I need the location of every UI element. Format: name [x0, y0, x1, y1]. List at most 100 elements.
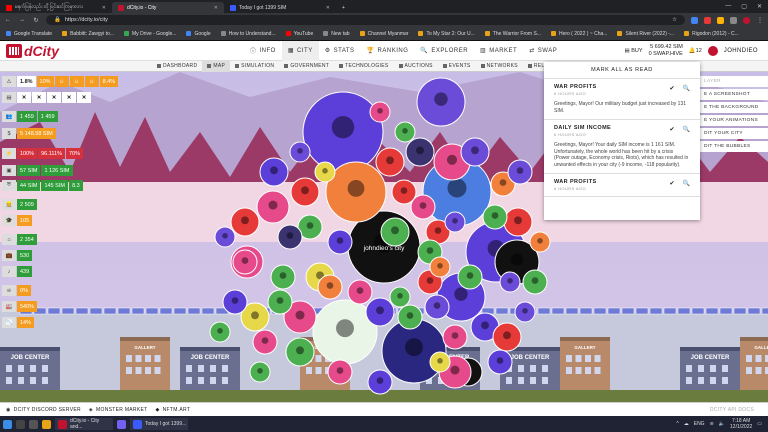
edit-bubbles-button[interactable]: DIT THE BUBBLES: [700, 141, 768, 152]
bubble-glyph: [452, 218, 458, 224]
bubble-glyph: [437, 263, 443, 269]
job-center-label: JOB CENTER: [11, 355, 50, 361]
bookmark-item[interactable]: Silent River (2022) -...: [617, 31, 674, 37]
change-background-button[interactable]: E THE BACKGROUND: [700, 102, 768, 113]
extension-icon[interactable]: [704, 16, 711, 24]
minimize-icon[interactable]: —: [725, 3, 731, 10]
username[interactable]: JOHNDIEO: [724, 48, 758, 54]
bookmark-item[interactable]: Google: [186, 31, 211, 37]
chevron-up-icon[interactable]: ^: [676, 421, 678, 427]
solar-panel: [719, 307, 733, 315]
stat-row-entertainment: ♪ 439: [2, 266, 33, 277]
avatar[interactable]: [707, 45, 718, 56]
wifi-icon[interactable]: ≋: [710, 421, 714, 427]
browser-tab-active[interactable]: dCity.io - City ✕: [112, 2, 224, 13]
bookmark-item[interactable]: To My Star 2: Our U...: [418, 31, 475, 37]
check-icon[interactable]: ✔: [669, 180, 674, 187]
windows-start-icon[interactable]: [3, 419, 12, 429]
bookmark-item[interactable]: YouTube: [285, 31, 313, 37]
menu-icon[interactable]: ⋮: [756, 17, 764, 24]
back-icon[interactable]: ←: [4, 17, 12, 23]
viber-icon[interactable]: [117, 419, 126, 429]
nav-info[interactable]: ⓘ INFO: [244, 41, 282, 61]
task-view-icon[interactable]: [29, 419, 38, 429]
discord-link[interactable]: ◉ DCITY DISCORD SERVER: [6, 407, 81, 413]
bookmark-item[interactable]: Hero ( 2022 ) ~ Cha...: [550, 31, 607, 37]
bookmark-item[interactable]: New tab: [323, 31, 350, 37]
cloud-icon[interactable]: ☁: [684, 421, 689, 427]
take-screenshot-button[interactable]: E A SCREENSHOT: [700, 89, 768, 100]
window: [222, 365, 228, 372]
tab-dashboard[interactable]: DASHBOARD: [152, 61, 202, 72]
nav-market[interactable]: ▥ MARKET: [474, 41, 523, 61]
forward-icon[interactable]: →: [18, 17, 26, 23]
notification-center-icon[interactable]: ▭: [757, 421, 762, 427]
check-icon[interactable]: ✔: [669, 85, 674, 92]
status-x: ✕: [32, 92, 46, 103]
os-taskbar: dCity.io - City and... Today I got 1399.…: [0, 416, 768, 432]
api-docs-link[interactable]: DCITY API DOCS: [710, 407, 768, 413]
bookmark-item[interactable]: Babbitt: Zawgyi to...: [62, 31, 114, 37]
nav-city[interactable]: ▦ CITY: [281, 40, 319, 61]
taskbar-app[interactable]: dCity.io - City and...: [55, 418, 113, 430]
bookmark-item[interactable]: The Warrior From S...: [484, 31, 541, 37]
maximize-icon[interactable]: ▢: [741, 3, 747, 10]
mark-all-read-button[interactable]: MARK ALL AS READ: [544, 62, 700, 79]
tab-simulation[interactable]: SIMULATION: [230, 61, 279, 72]
bubble-glyph: [507, 278, 513, 284]
extension-icon[interactable]: [691, 16, 698, 24]
nav-ranking[interactable]: 🏆 RANKING: [361, 41, 415, 61]
nav-swap[interactable]: ⇄ SWAP: [523, 41, 563, 61]
notifications-button[interactable]: 🔔12: [689, 48, 702, 54]
bookmark-item[interactable]: My Drive - Google...: [124, 31, 176, 37]
close-icon[interactable]: ✕: [102, 5, 106, 11]
close-icon[interactable]: ✕: [214, 5, 218, 11]
dcity-icon: [118, 4, 124, 11]
speaker-icon[interactable]: 🔈: [719, 421, 725, 427]
lang-indicator[interactable]: ENG: [694, 421, 705, 427]
close-icon[interactable]: ✕: [326, 5, 330, 11]
clock[interactable]: 7:18 AM 12/1/2022: [730, 418, 752, 430]
edit-city-button[interactable]: DIT YOUR CITY: [700, 128, 768, 139]
nav-stats[interactable]: ⚙ STATS: [319, 41, 361, 61]
window: [585, 355, 591, 362]
bookmark-item[interactable]: Google Translate: [6, 31, 52, 37]
bookmark-item[interactable]: How to Understand...: [220, 31, 276, 37]
tab-networks[interactable]: NETWORKS: [476, 61, 523, 72]
profile-icon[interactable]: [743, 16, 750, 24]
browser-tab[interactable]: မနက်ဖြန်လည်း တို့ပြင်ဆင်ကြမှာလား ✕: [0, 2, 112, 13]
extension-icon[interactable]: [717, 16, 724, 24]
tab-events[interactable]: EVENTS: [438, 61, 476, 72]
tab-auctions[interactable]: AUCTIONS: [394, 61, 438, 72]
monster-market-link[interactable]: ◈ MONSTER MARKET: [89, 407, 148, 413]
puzzle-icon[interactable]: [730, 16, 737, 24]
browser-tab[interactable]: Today I got 1399 SIM ✕: [224, 2, 336, 13]
stat-value: 439: [17, 266, 33, 277]
city-icon: ▦: [287, 48, 295, 54]
taskbar-app[interactable]: Today I got 1399...: [130, 418, 188, 430]
search-icon[interactable]: 🔍: [683, 85, 690, 92]
reload-icon[interactable]: ↻: [32, 17, 40, 24]
nav-explorer[interactable]: 🔍 EXPLORER: [414, 41, 474, 61]
bookmark-item[interactable]: Channel Myanmar: [359, 31, 408, 37]
solar-panel: [607, 307, 621, 315]
buy-button[interactable]: ▤ BUY: [625, 48, 643, 54]
tab-map[interactable]: MAP: [202, 60, 231, 72]
check-icon[interactable]: ✔: [669, 126, 674, 133]
url-field[interactable]: 🔒 https://dcity.io/city ☆: [46, 15, 685, 25]
nftm-link[interactable]: ◆ NFTM.ART: [155, 407, 190, 413]
bookmark-item[interactable]: Rigodon (2012) - C...: [684, 31, 739, 37]
file-explorer-icon[interactable]: [42, 419, 51, 429]
tab-technologies[interactable]: TECHNOLOGIES: [334, 61, 393, 72]
window: [686, 377, 692, 384]
tab-government[interactable]: GOVERNMENT: [279, 61, 334, 72]
search-icon[interactable]: 🔍: [683, 180, 690, 187]
layer-select[interactable]: LAYER: [700, 76, 768, 87]
close-window-icon[interactable]: ✕: [757, 3, 762, 10]
search-icon[interactable]: 🔍: [683, 126, 690, 133]
new-tab-button[interactable]: +: [336, 2, 350, 13]
star-icon[interactable]: ☆: [672, 17, 677, 23]
search-icon[interactable]: [16, 419, 25, 429]
dcity-logo[interactable]: dCity: [0, 43, 90, 59]
toggle-animations-button[interactable]: E YOUR ANIMATIONS: [700, 115, 768, 126]
